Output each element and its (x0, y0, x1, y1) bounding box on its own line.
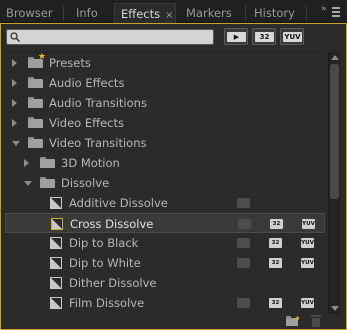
panel-menu-button[interactable]: » (320, 4, 342, 19)
tab-browser[interactable]: Browser (0, 3, 62, 23)
accelerated-effects-filter-button[interactable]: ▶ (224, 28, 248, 45)
tree-item-label: Video Effects (49, 116, 124, 130)
disclosure-collapsed-icon[interactable] (12, 119, 17, 127)
tree-folder-row[interactable]: 3D Motion (5, 153, 325, 173)
tab-divider (245, 5, 246, 21)
presets-folder-icon: ★ (28, 53, 46, 68)
scrollbar-thumb[interactable] (330, 64, 339, 199)
tab-history[interactable]: History (248, 3, 304, 23)
tree-item-label: Cross Dissolve (70, 217, 154, 231)
search-box[interactable] (6, 29, 214, 45)
svg-text:★: ★ (295, 315, 300, 322)
disclosure-collapsed-icon[interactable] (12, 79, 17, 87)
folder-icon (28, 77, 43, 88)
disclosure-expanded-icon[interactable] (24, 181, 32, 186)
transition-effect-icon (50, 257, 62, 269)
folder-icon (28, 117, 43, 128)
tree-effect-row[interactable]: Dip to Black 32 YUV (5, 233, 325, 253)
disclosure-collapsed-icon[interactable] (12, 59, 17, 67)
vertical-scrollbar[interactable] (328, 52, 340, 314)
tree-folder-row[interactable]: Dissolve (5, 173, 325, 193)
transition-effect-icon (51, 218, 63, 230)
tree-folder-row[interactable]: Audio Effects (5, 73, 325, 93)
menu-icon-line (332, 11, 340, 13)
search-input[interactable] (23, 30, 211, 44)
tree-folder-row[interactable]: ★ Presets (5, 53, 325, 73)
yuv-badge-icon: YUV (301, 238, 314, 248)
accelerated-badge-icon (238, 219, 251, 229)
32-bit-icon: 32 (255, 32, 274, 42)
tree-item-label: Audio Effects (49, 76, 125, 90)
transition-effect-icon (50, 297, 62, 309)
tree-item-label: Dip to Black (69, 236, 139, 250)
trash-can (312, 318, 320, 327)
menu-icon-line (332, 7, 340, 9)
trash-icon[interactable] (311, 315, 321, 327)
folder-icon (28, 137, 43, 148)
scroll-down-icon[interactable] (331, 306, 339, 311)
tree-folder-row[interactable]: Video Transitions (5, 133, 325, 153)
32-bit-badge-icon: 32 (269, 258, 282, 268)
accelerated-badge-icon (237, 238, 250, 248)
tree-effect-row[interactable]: Dip to White 32 YUV (5, 253, 325, 273)
folder-icon (40, 177, 55, 188)
scroll-up-icon[interactable] (331, 55, 339, 60)
tab-label: Browser (6, 6, 53, 20)
search-icon (10, 32, 20, 42)
tree-folder-row[interactable]: Audio Transitions (5, 93, 325, 113)
tree-item-label: 3D Motion (61, 156, 120, 170)
tree-item-label: Dither Dissolve (69, 276, 157, 290)
disclosure-expanded-icon[interactable] (12, 141, 20, 146)
transition-effect-icon (50, 277, 62, 289)
tree-effect-row[interactable]: Additive Dissolve (5, 193, 325, 213)
tree-effect-row[interactable]: Film Dissolve 32 YUV (5, 293, 325, 313)
tab-effects[interactable]: Effects × (114, 3, 176, 24)
tab-label: Effects (121, 7, 161, 21)
yuv-badge-icon: YUV (301, 298, 314, 308)
yuv-badge-icon: YUV (302, 219, 315, 229)
tab-markers[interactable]: Markers (180, 3, 240, 23)
menu-icon-line (332, 15, 340, 17)
accelerated-badge-icon (237, 258, 250, 268)
tree-item-label: Dip to White (69, 256, 141, 270)
close-icon[interactable]: × (165, 10, 173, 21)
tab-label: Info (76, 6, 98, 20)
tree-item-label: Dissolve (61, 176, 110, 190)
yuv-filter-button[interactable]: YUV (280, 28, 304, 45)
chevron-right-icon: » (321, 4, 327, 14)
tab-label: Markers (186, 6, 232, 20)
folder-icon (40, 157, 55, 168)
tree-effect-row[interactable]: Dither Dissolve (5, 273, 325, 293)
transition-effect-icon (50, 237, 62, 249)
tab-bar: Browser Info Effects × Markers History » (0, 0, 347, 24)
tree-item-label: Video Transitions (49, 136, 147, 150)
transition-effect-icon (50, 197, 62, 209)
folder-icon (28, 97, 43, 108)
tree-item-label: Presets (49, 56, 91, 70)
tree-item-label: Additive Dissolve (69, 196, 168, 210)
tree-folder-row[interactable]: Video Effects (5, 113, 325, 133)
tab-divider (63, 5, 64, 21)
32-bit-badge-icon: 32 (269, 298, 282, 308)
tab-info[interactable]: Info (70, 3, 112, 23)
tab-label: History (254, 6, 295, 20)
disclosure-collapsed-icon[interactable] (12, 99, 17, 107)
yuv-badge-icon: YUV (301, 258, 314, 268)
new-custom-bin-icon[interactable]: ★ (286, 315, 300, 326)
accelerated-badge-icon (237, 198, 250, 208)
tab-divider (306, 5, 307, 21)
32-bit-badge-icon: 32 (270, 219, 283, 229)
tree-item-label: Audio Transitions (49, 96, 147, 110)
disclosure-collapsed-icon[interactable] (24, 159, 29, 167)
32-bit-filter-button[interactable]: 32 (252, 28, 276, 45)
accelerated-effects-icon: ▶ (227, 32, 246, 42)
tree-effect-row[interactable]: Cross Dissolve 32 YUV (5, 213, 325, 233)
effects-tree: ★ Presets Audio Effects Audio Transitions Vi… (5, 52, 325, 314)
accelerated-badge-icon (237, 298, 250, 308)
trash-lid (311, 315, 321, 317)
tree-item-label: Film Dissolve (69, 296, 145, 310)
32-bit-badge-icon: 32 (269, 238, 282, 248)
yuv-icon: YUV (283, 32, 302, 42)
